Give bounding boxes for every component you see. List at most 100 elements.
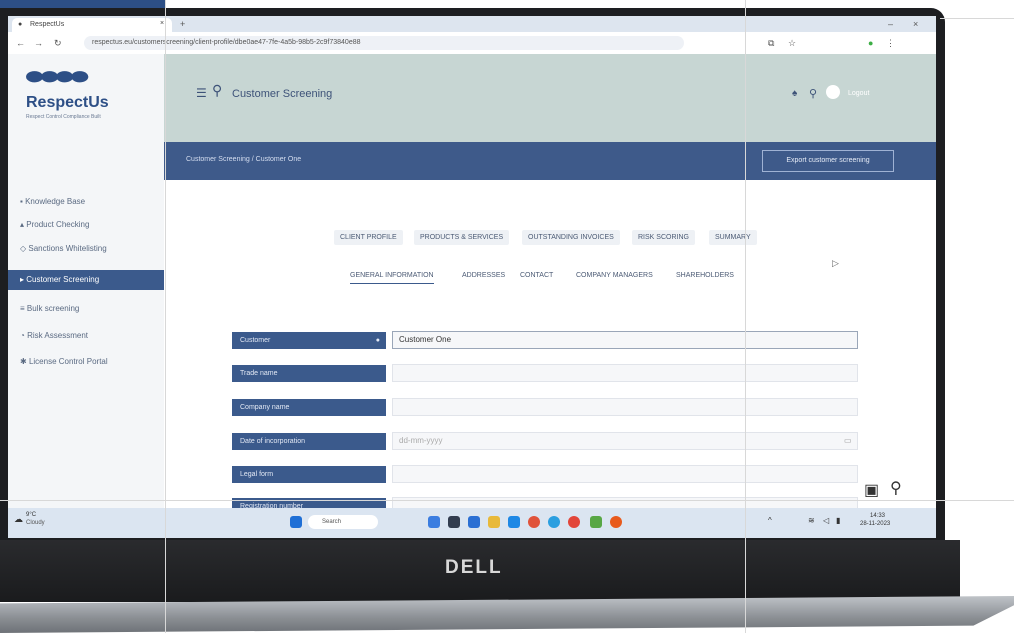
date-of-incorporation-field[interactable]: dd-mm-yyyy: [392, 432, 858, 450]
start-button[interactable]: [290, 516, 302, 528]
key-icon: ✱: [20, 357, 27, 366]
avatar[interactable]: [826, 85, 840, 99]
new-tab-icon[interactable]: +: [180, 17, 185, 31]
search-icon[interactable]: ⚲: [809, 87, 817, 100]
company-name-label: Company name: [232, 399, 386, 416]
hamburger-menu-icon[interactable]: ☰: [196, 86, 207, 100]
sidebar-item-bulk-screening[interactable]: ≡ Bulk screening: [8, 299, 164, 319]
task-view-icon[interactable]: [428, 516, 440, 528]
forward-icon[interactable]: →: [34, 36, 43, 50]
info-icon[interactable]: ●: [376, 332, 380, 349]
tab-contact[interactable]: CONTACT: [520, 272, 553, 279]
app-icon[interactable]: [548, 516, 560, 528]
sidebar-item-sanctions-whitelisting[interactable]: ◇ Sanctions Whitelisting: [8, 239, 164, 259]
wifi-icon[interactable]: ≋: [808, 516, 815, 525]
sidebar-item-label: Knowledge Base: [25, 197, 86, 206]
weather-temp: 9°C: [26, 512, 37, 518]
weather-icon[interactable]: ☁: [14, 514, 23, 525]
close-window-button[interactable]: ×: [913, 17, 918, 31]
browser-address-bar: ← → ↻ respectus.eu/customerscreening/cli…: [8, 32, 936, 55]
list-icon: ≡: [20, 304, 25, 313]
book-icon: ▪: [20, 197, 23, 206]
tab-addresses[interactable]: ADDRESSES: [462, 272, 505, 279]
trade-name-label: Trade name: [232, 365, 386, 382]
browser-tab-bar: ● RespectUs × + – ×: [8, 16, 936, 32]
date-of-incorporation-label: Date of incorporation: [232, 433, 386, 450]
sidebar-item-label: License Control Portal: [28, 357, 108, 366]
gauge-icon: ◔: [20, 331, 25, 340]
tab-general-information[interactable]: GENERAL INFORMATION: [350, 272, 434, 284]
chrome-profile-icon[interactable]: [568, 516, 580, 528]
tab-outstanding-invoices[interactable]: OUTSTANDING INVOICES: [522, 230, 620, 245]
sidebar-item-knowledge-base[interactable]: ▪ Knowledge Base: [8, 192, 164, 212]
sidebar-item-label: Risk Assessment: [27, 331, 88, 340]
profile-icon[interactable]: ●: [868, 36, 873, 50]
guide-line: [0, 500, 1014, 501]
file-explorer-icon[interactable]: [488, 516, 500, 528]
battery-icon[interactable]: ▮: [836, 516, 840, 525]
breadcrumb: Customer Screening / Customer One: [186, 156, 302, 163]
sidebar-item-customer-screening[interactable]: ▸ Customer Screening: [8, 270, 164, 290]
edge-icon[interactable]: [468, 516, 480, 528]
shield-icon: ◇: [20, 244, 27, 253]
guide-line: [940, 18, 1014, 19]
widgets-icon[interactable]: [448, 516, 460, 528]
bookmark-star-icon[interactable]: ☆: [788, 36, 796, 50]
brand-name: RespectUs: [26, 94, 109, 111]
tab-shareholders[interactable]: SHAREHOLDERS: [676, 272, 734, 279]
os-taskbar: ☁ 9°C Cloudy Search ^ ≋ ◁ ▮ 14:33 28-11-…: [8, 508, 936, 538]
back-icon[interactable]: ←: [16, 36, 25, 50]
laptop-screen: ● RespectUs × + – × ← → ↻ respectus.eu/c…: [8, 16, 936, 538]
browser-tab[interactable]: ● RespectUs ×: [12, 18, 172, 32]
legal-form-field[interactable]: [392, 465, 858, 483]
customer-screening-icon: ⚲: [212, 82, 223, 98]
logout-link[interactable]: Logout: [848, 90, 869, 97]
screenshot-tool-icon[interactable]: ▣: [864, 480, 879, 500]
laptop: DELL ● RespectUs × + – × ← → ↻ respectus…: [0, 0, 1014, 633]
box-icon: ▴: [20, 220, 25, 229]
extensions-icon[interactable]: ⧉: [768, 36, 774, 50]
zoom-icon[interactable]: ⚲: [890, 478, 902, 498]
respectus-logo-icon: ⬬⬬⬬⬬: [26, 66, 88, 88]
sidebar-item-risk-assessment[interactable]: ◔ Risk Assessment: [8, 326, 164, 346]
weather-condition: Cloudy: [26, 520, 45, 526]
tab-close-icon[interactable]: ×: [160, 20, 164, 27]
notification-bell-icon[interactable]: ♠: [792, 88, 797, 99]
calendar-icon[interactable]: ▭: [844, 436, 852, 445]
tab-title: RespectUs: [30, 21, 65, 28]
company-name-field[interactable]: [392, 398, 858, 416]
sidebar-item-product-checking[interactable]: ▴ Product Checking: [8, 215, 164, 235]
clock-time[interactable]: 14:33: [870, 513, 885, 519]
brand-tagline: Respect Control Compliance Built: [26, 114, 101, 120]
chrome-icon[interactable]: [528, 516, 540, 528]
app-icon-2[interactable]: [610, 516, 622, 528]
export-customer-screening-button[interactable]: Export customer screening: [762, 150, 894, 172]
cursor-icon: ▷: [832, 258, 839, 268]
guide-line: [165, 0, 166, 633]
tab-favicon-icon: ●: [18, 21, 23, 28]
customer-field[interactable]: Customer One: [392, 331, 858, 349]
tab-risk-scoring[interactable]: RISK SCORING: [632, 230, 695, 245]
browser-menu-icon[interactable]: ⋮: [886, 36, 895, 50]
tab-summary[interactable]: SUMMARY: [709, 230, 757, 245]
volume-icon[interactable]: ◁: [823, 516, 829, 525]
sidebar-item-license-control-portal[interactable]: ✱ License Control Portal: [8, 352, 164, 372]
store-icon[interactable]: [508, 516, 520, 528]
guide-line: [745, 0, 746, 633]
sidebar-item-label: Customer Screening: [26, 275, 100, 284]
url-field[interactable]: respectus.eu/customerscreening/client-pr…: [84, 36, 684, 50]
reload-icon[interactable]: ↻: [54, 36, 62, 50]
tray-chevron-icon[interactable]: ^: [768, 516, 772, 525]
teams-icon[interactable]: [590, 516, 602, 528]
sidebar-item-label: Product Checking: [26, 220, 90, 229]
minimize-button[interactable]: –: [888, 17, 893, 31]
app-header: ☰ ⚲ Customer Screening ♠ ⚲ Logout: [164, 54, 936, 142]
main-content: CLIENT PROFILE PRODUCTS & SERVICES OUTST…: [164, 180, 936, 515]
tab-products-services[interactable]: PRODUCTS & SERVICES: [414, 230, 510, 245]
sidebar-item-label: Bulk screening: [26, 304, 80, 313]
clock-date[interactable]: 28-11-2023: [860, 521, 890, 527]
taskbar-search[interactable]: Search: [308, 515, 378, 529]
trade-name-field[interactable]: [392, 364, 858, 382]
tab-company-managers[interactable]: COMPANY MANAGERS: [576, 272, 653, 279]
tab-client-profile[interactable]: CLIENT PROFILE: [334, 230, 403, 245]
